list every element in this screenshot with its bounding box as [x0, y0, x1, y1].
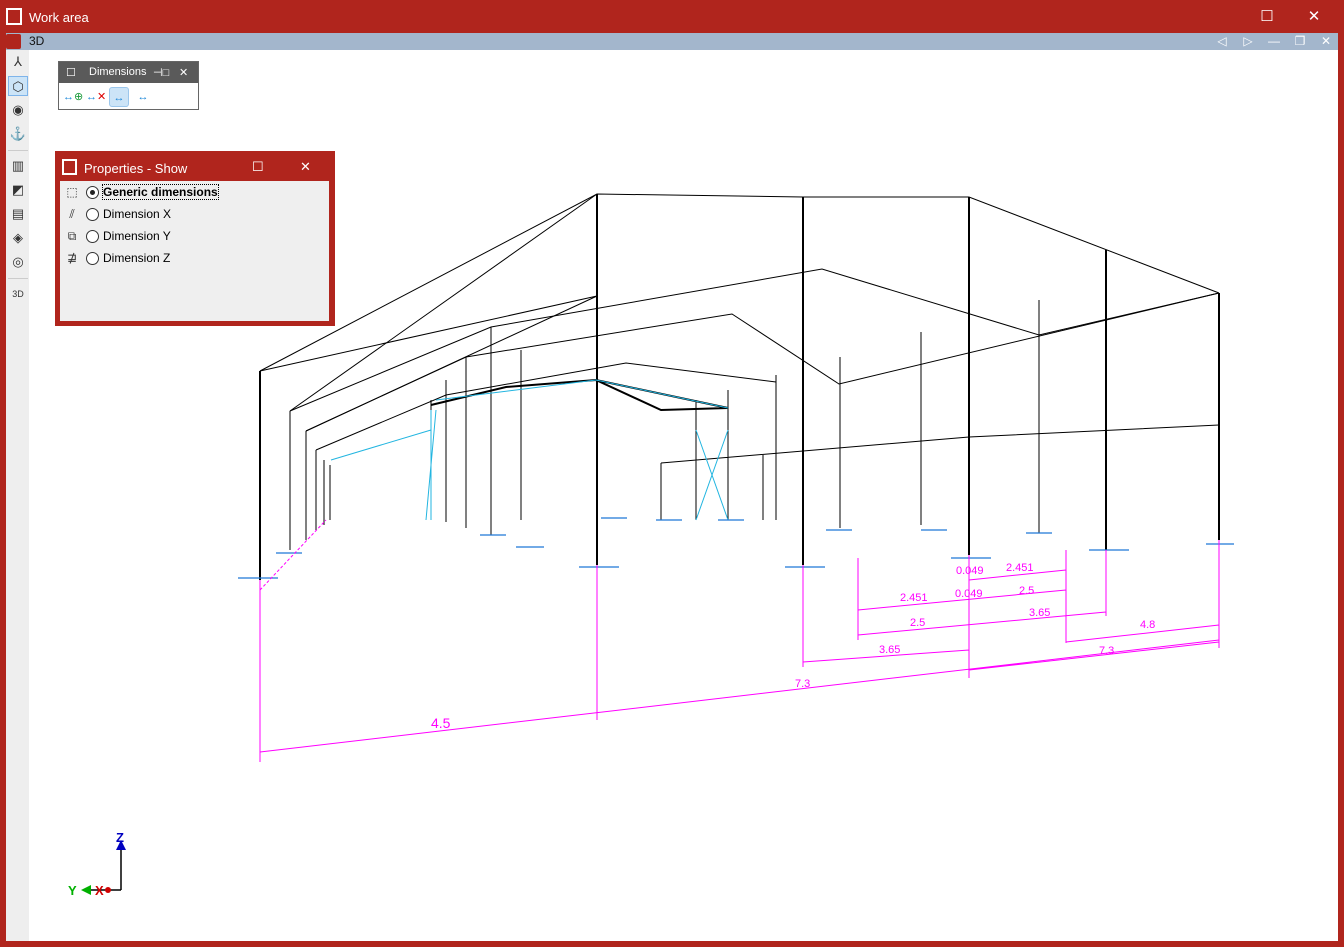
- hide-eye-icon[interactable]: ◎: [8, 252, 28, 272]
- dim-label: 0.049: [956, 565, 984, 577]
- properties-show-panel: Properties - Show ☐ ✕ ⬚ Generic dimension…: [55, 151, 335, 326]
- dimension-lines: [259, 519, 1220, 762]
- maximize-button[interactable]: ☐: [1255, 6, 1279, 28]
- panel-logo-icon: [62, 159, 77, 175]
- axes-view-icon[interactable]: ⅄: [8, 52, 28, 72]
- supports: [238, 517, 1234, 579]
- app-logo-icon: [6, 8, 22, 25]
- left-toolbar: ⅄ ⬡ ◉ ⚓ ▥ ◩ ▤ ◈ ◎ 3D: [6, 50, 29, 941]
- close-button[interactable]: ✕: [1302, 6, 1326, 28]
- show-dimensions-button[interactable]: ↔: [109, 87, 129, 107]
- dim-label: 4.5: [431, 715, 451, 731]
- dimensions-toolbar-title: Dimensions: [89, 66, 147, 78]
- close-view-button[interactable]: ✕: [1316, 33, 1336, 50]
- rotate-icon[interactable]: ⚓: [8, 124, 28, 144]
- dim-label: 3.65: [1029, 607, 1050, 619]
- axis-indicator: Z Y X: [68, 830, 126, 898]
- dim-label: 0.049: [955, 588, 983, 600]
- dimension-z-icon: ⋣: [66, 251, 78, 265]
- dimension-labels: 0.049 2.451 2.451 0.049 2.5 2.5 3.65 3.6…: [431, 562, 1155, 731]
- option-dimension-x[interactable]: ⫽ Dimension X: [62, 204, 171, 224]
- view-title: 3D: [29, 34, 45, 48]
- next-view-button[interactable]: ▷: [1238, 33, 1258, 50]
- 3d-settings-icon[interactable]: 3D: [8, 284, 28, 304]
- orbit-icon[interactable]: ◉: [8, 100, 28, 120]
- radio-dimension-x[interactable]: [86, 207, 99, 221]
- dim-label: 3.65: [879, 644, 900, 656]
- dim-label: 2.5: [1019, 585, 1034, 597]
- window-title: Work area: [29, 10, 89, 25]
- bracing: [330, 379, 729, 521]
- previous-view-button[interactable]: ◁: [1212, 33, 1232, 50]
- close-icon[interactable]: ✕: [179, 66, 188, 79]
- frame-members: [259, 193, 1220, 580]
- delete-dimension-button[interactable]: ↔✕: [86, 87, 106, 107]
- properties-title: Properties - Show: [84, 161, 188, 176]
- z-axis-label: Z: [116, 830, 124, 845]
- layers-icon[interactable]: ◈: [8, 228, 28, 248]
- section-plane-icon[interactable]: ▥: [8, 156, 28, 176]
- option-dimension-z[interactable]: ⋣ Dimension Z: [62, 248, 170, 268]
- x-axis-label: X: [95, 883, 104, 898]
- hide-dimensions-button[interactable]: ↔: [133, 87, 153, 107]
- minimize-view-button[interactable]: —: [1264, 33, 1284, 50]
- 3d-box-view-icon[interactable]: ⬡: [8, 76, 28, 96]
- 3d-viewport[interactable]: 0.049 2.451 2.451 0.049 2.5 2.5 3.65 3.6…: [6, 50, 1338, 941]
- radio-dimension-y[interactable]: [86, 229, 99, 243]
- cube-icon: ⬚: [66, 185, 78, 199]
- maximize-panel-button[interactable]: ☐: [252, 159, 264, 175]
- diagonal-plane-icon[interactable]: ◩: [8, 180, 28, 200]
- dim-label: 2.451: [900, 592, 928, 604]
- view-tab-bar: 3D ◁ ▷ — ❐ ✕: [6, 33, 1338, 50]
- dim-label: 4.8: [1140, 619, 1155, 631]
- dim-label: 7.3: [795, 678, 810, 690]
- option-generic-dimensions[interactable]: ⬚ Generic dimensions: [62, 182, 219, 202]
- dimension-x-icon: ⫽: [69, 206, 75, 221]
- pin-icon[interactable]: ⊣□: [153, 66, 169, 79]
- radio-generic-dimensions[interactable]: [86, 185, 99, 199]
- add-dimension-button[interactable]: ↔⊕: [63, 87, 83, 107]
- dim-label: 2.5: [910, 617, 925, 629]
- restore-view-button[interactable]: ❐: [1290, 33, 1310, 50]
- horizontal-plane-icon[interactable]: ▤: [8, 204, 28, 224]
- view-icon: [6, 34, 21, 49]
- option-dimension-y[interactable]: ⧉ Dimension Y: [62, 226, 171, 246]
- y-axis-label: Y: [68, 883, 77, 898]
- dim-label: 2.451: [1006, 562, 1034, 574]
- dim-label: 7.3: [1099, 645, 1114, 657]
- dimensions-toolbar: ☐ Dimensions ⊣□ ✕ ↔⊕ ↔✕ ↔ ↔: [58, 61, 199, 110]
- x-axis-dot-icon: [105, 887, 111, 893]
- close-panel-button[interactable]: ✕: [300, 159, 311, 175]
- radio-dimension-z[interactable]: [86, 251, 99, 265]
- panel-icon: ☐: [66, 67, 76, 79]
- window-titlebar: Work area ☐ ✕: [0, 0, 1344, 33]
- y-arrow-icon: [81, 885, 91, 895]
- dimension-y-icon: ⧉: [67, 228, 77, 243]
